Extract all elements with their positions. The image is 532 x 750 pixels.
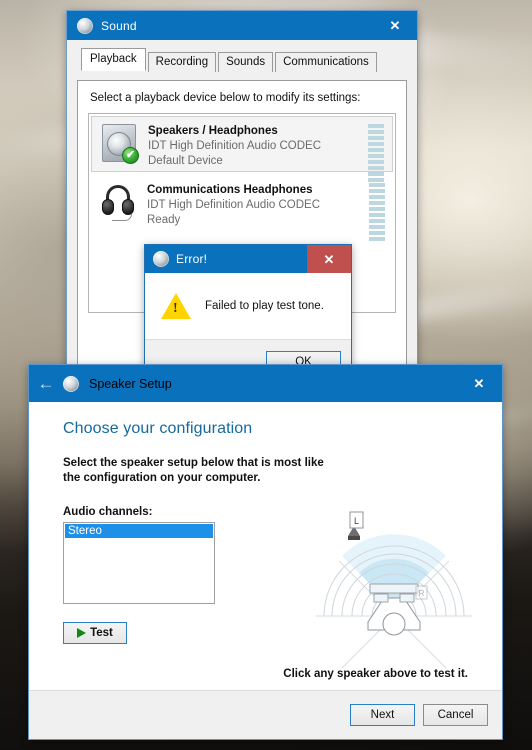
test-button[interactable]: Test <box>63 622 127 644</box>
speaker-icon <box>77 17 93 34</box>
svg-text:R: R <box>419 589 425 598</box>
error-dialog[interactable]: Error! ✕ Failed to play test tone. OK <box>144 244 352 384</box>
speaker-setup-icon <box>63 375 79 392</box>
device-status: Default Device <box>148 155 223 167</box>
next-button[interactable]: Next <box>350 704 415 726</box>
tab-strip[interactable]: Playback Recording Sounds Communications <box>77 48 407 72</box>
error-titlebar[interactable]: Error! ✕ <box>145 245 351 274</box>
play-icon <box>77 628 87 638</box>
speaker-test-hint: Click any speaker above to test it. <box>283 668 468 680</box>
cancel-button[interactable]: Cancel <box>423 704 488 726</box>
page-title: Choose your configuration <box>63 420 253 437</box>
tab-sounds[interactable]: Sounds <box>218 52 274 72</box>
sound-window-title: Sound <box>101 18 137 33</box>
speaker-setup-footer: Next Cancel <box>29 690 502 739</box>
error-dialog-title: Error! <box>176 252 208 266</box>
speaker-setup-window[interactable]: ← Speaker Setup ✕ Choose your configurat… <box>28 364 503 740</box>
description-line-1: Select the speaker setup below that is m… <box>63 457 324 469</box>
device-driver: IDT High Definition Audio CODEC <box>148 140 321 152</box>
device-text-block: Speakers / Headphones IDT High Definitio… <box>142 123 368 169</box>
left-speaker-marker: L <box>348 511 364 540</box>
speaker-setup-body: Choose your configuration Select the spe… <box>29 402 502 690</box>
volume-meter <box>369 183 385 241</box>
playback-instruction: Select a playback device below to modify… <box>90 92 361 104</box>
speaker-setup-title: Speaker Setup <box>89 376 172 391</box>
device-driver: IDT High Definition Audio CODEC <box>147 199 320 211</box>
device-name: Communications Headphones <box>147 184 313 196</box>
close-icon[interactable]: ✕ <box>373 11 417 40</box>
test-button-label: Test <box>90 627 113 639</box>
speaker-diagram-svg[interactable]: L R <box>304 498 484 673</box>
tab-playback[interactable]: Playback <box>81 48 146 71</box>
speaker-setup-titlebar[interactable]: ← Speaker Setup ✕ <box>29 365 502 402</box>
tab-recording[interactable]: Recording <box>147 52 217 72</box>
table-row[interactable]: Communications Headphones IDT High Defin… <box>89 174 395 241</box>
audio-channels-listbox[interactable]: Stereo <box>63 522 215 604</box>
tab-communications[interactable]: Communications <box>275 52 377 72</box>
close-icon[interactable]: ✕ <box>456 365 502 402</box>
warning-icon <box>161 293 191 319</box>
device-status: Ready <box>147 214 181 226</box>
sound-titlebar[interactable]: Sound ✕ <box>67 11 417 40</box>
speaker-box-icon: ✔ <box>98 123 142 165</box>
error-dialog-body: Failed to play test tone. <box>145 273 351 339</box>
speaker-layout-diagram[interactable]: L R <box>304 498 484 673</box>
right-speaker-marker: R <box>415 585 428 600</box>
headphones-icon <box>97 182 141 224</box>
table-row[interactable]: ✔ Speakers / Headphones IDT High Definit… <box>91 116 393 182</box>
device-name: Speakers / Headphones <box>148 125 278 137</box>
list-item[interactable]: Stereo <box>65 524 213 538</box>
error-message: Failed to play test tone. <box>205 300 324 312</box>
speaker-icon <box>153 251 169 267</box>
description-line-2: the configuration on your computer. <box>63 472 261 484</box>
back-arrow-icon[interactable]: ← <box>29 365 63 402</box>
device-text-block: Communications Headphones IDT High Defin… <box>141 182 369 228</box>
svg-text:L: L <box>354 516 359 526</box>
close-icon[interactable]: ✕ <box>307 245 351 274</box>
default-device-check-icon: ✔ <box>122 147 139 164</box>
